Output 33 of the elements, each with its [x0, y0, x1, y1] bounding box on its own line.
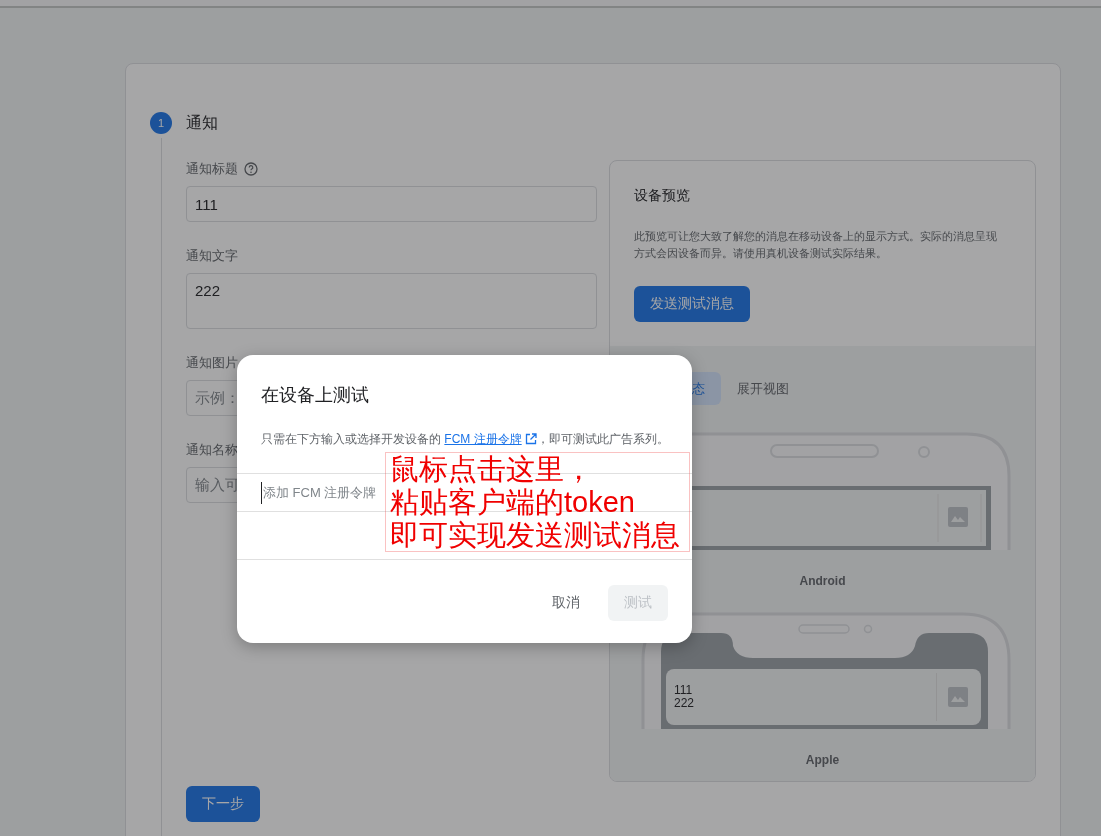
- field-value: 222: [195, 282, 221, 299]
- panel-title: 设备预览: [634, 186, 691, 204]
- step-title: 通知: [186, 112, 218, 133]
- cancel-button[interactable]: 取消: [536, 585, 596, 621]
- token-link[interactable]: FCM 注册令牌: [444, 432, 537, 446]
- image-icon: [947, 686, 969, 708]
- annotation-text: 鼠标点击这里，: [390, 453, 594, 486]
- next-button[interactable]: 下一步: [186, 786, 260, 822]
- field-label: 通知名称: [186, 441, 238, 459]
- field-label: 通知图片: [186, 354, 238, 372]
- input-field[interactable]: 111: [186, 186, 597, 222]
- notification-title: 111: [674, 684, 694, 697]
- send-test-button[interactable]: 发送测试消息: [634, 286, 750, 322]
- field-placeholder: 示例：: [195, 388, 240, 408]
- dialog-title: 在设备上测试: [260, 384, 370, 406]
- device-label: Android: [799, 574, 846, 588]
- image-icon: [947, 506, 969, 528]
- view-tab[interactable]: 展开视图: [721, 372, 805, 405]
- help-icon[interactable]: [244, 162, 258, 176]
- panel-description: 此预览可让您大致了解您的消息在移动设备上的显示方式。实际的消息呈现方式会因设备而异。请使用真机设备测试实际结果。: [634, 229, 998, 261]
- external-link-icon: [524, 433, 537, 445]
- annotation-text: 粘贴客户端的token: [390, 486, 636, 519]
- annotation-text: 即可实现发送测试消息: [390, 519, 681, 552]
- field-value: 111: [195, 195, 218, 213]
- notification-body: 222: [674, 697, 696, 710]
- token-input-field[interactable]: 添加 FCM 注册令牌: [261, 481, 377, 504]
- field-label: 通知文字: [186, 247, 238, 265]
- device-label: Apple: [805, 753, 840, 767]
- field-label: 通知标题: [186, 160, 238, 178]
- dialog-description: 只需在下方输入或选择开发设备的 FCM 注册令牌 ，即可测试此广告系列。: [261, 431, 668, 447]
- text-area[interactable]: 222: [186, 273, 597, 329]
- field-placeholder: 输入可: [195, 475, 240, 495]
- step-number: 1: [150, 112, 172, 134]
